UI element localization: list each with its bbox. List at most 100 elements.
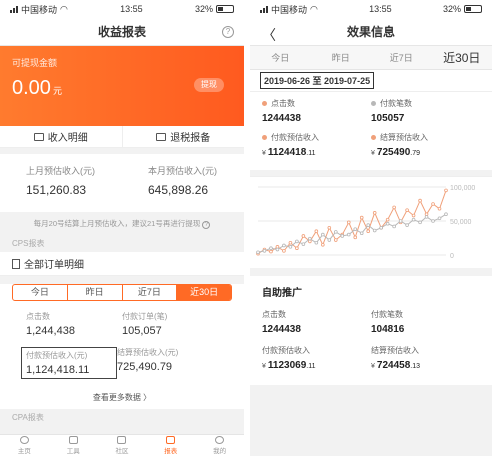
tab-7-days[interactable]: 近7日 (371, 51, 432, 64)
help-icon[interactable]: ? (222, 26, 234, 38)
stat-decimal: .13 (410, 363, 421, 370)
stat-decimal: .11 (306, 150, 316, 157)
chart-icon (166, 436, 176, 444)
data-point (444, 212, 448, 216)
data-point (346, 220, 351, 225)
tab-7-days[interactable]: 近7日 (121, 285, 177, 300)
tabbar-tools[interactable]: 工具 (49, 435, 98, 456)
settlement-note-text: 每月20号结算上月预估收入，建议21号再进行提现 (33, 219, 201, 228)
data-point (321, 232, 325, 237)
signal-icon (260, 5, 268, 13)
currency-symbol: ¥ (371, 150, 375, 157)
data-point (288, 245, 293, 249)
tabbar-me[interactable]: 我的 (195, 435, 244, 456)
tabbar-label: 我的 (213, 448, 227, 455)
stat-item: 付款预估收入 ¥1123069.11 (262, 345, 371, 371)
stat-number: 724458 (376, 360, 411, 371)
data-point (295, 246, 299, 250)
stat-value: 104816 (371, 324, 405, 335)
metric-label: 点击数 (26, 312, 50, 321)
data-point (379, 225, 383, 230)
data-point (346, 232, 351, 237)
data-point (269, 249, 273, 254)
metric-value: 725,490.79 (117, 361, 173, 373)
metric-item-highlighted: 付款预估收入(元) 1,124,418.11 (21, 347, 117, 379)
tabbar-label: 工具 (66, 448, 80, 455)
tax-report-button[interactable]: 退税报备 (121, 126, 245, 147)
estimate-label: 本月预估收入(元) (148, 166, 217, 176)
action-row: 收入明细 退税报备 (0, 126, 244, 148)
status-time: 13:55 (369, 4, 392, 14)
tabbar-community[interactable]: 社区 (98, 435, 147, 456)
tabbar-home[interactable]: 主页 (0, 435, 49, 456)
data-point (437, 216, 442, 221)
stat-value: ¥724458.13 (371, 360, 480, 371)
data-point (282, 249, 286, 253)
tabbar-label: 报表 (164, 448, 178, 455)
this-month-estimate: 本月预估收入(元) 645,898.26 (122, 164, 244, 212)
data-point (431, 219, 435, 223)
battery-percent: 32% (442, 4, 461, 14)
carrier-text: 中国移动 (271, 4, 308, 15)
nav-bar: 〈 效果信息 (250, 18, 492, 46)
data-point (385, 217, 390, 222)
metric-label: 付款预估收入(元) (26, 351, 88, 360)
wallet-icon (33, 132, 44, 141)
date-range[interactable]: 2019-06-26 至 2019-07-25 (260, 72, 375, 89)
metric-label: 付款订单(笔) (122, 312, 168, 321)
stat-label: 付款笔数 (371, 310, 403, 319)
metric-value: 1,124,418.11 (26, 364, 90, 376)
tab-30-days[interactable]: 近30日 (432, 49, 493, 66)
currency-symbol: ¥ (371, 363, 375, 370)
metric-item: 付款订单(笔) 105,057 (122, 311, 218, 337)
currency-symbol: ¥ (262, 363, 266, 370)
data-point (431, 202, 435, 206)
stat-item: 点击数 1244438 (262, 309, 371, 335)
metric-item: 结算预估收入(元) 725,490.79 (117, 347, 213, 379)
wifi-icon: ◠ (60, 3, 68, 14)
data-point (301, 234, 306, 238)
data-point (301, 242, 306, 246)
tabbar-reports[interactable]: 报表 (146, 435, 195, 456)
y-tick-label: 50,000 (450, 219, 472, 226)
period-tabs: 今日 昨日 近7日 近30日 (250, 46, 492, 70)
all-orders-label: 全部订单明细 (24, 260, 84, 271)
estimate-panel: 上月预估收入(元) 151,260.83 本月预估收入(元) 645,898.2… (0, 154, 244, 212)
carrier-text: 中国移动 (21, 4, 58, 15)
question-icon[interactable]: ? (202, 221, 211, 229)
tabbar-label: 社区 (115, 448, 129, 455)
tab-today[interactable]: 今日 (13, 285, 67, 300)
signal-icon (10, 5, 18, 13)
data-point (398, 219, 403, 223)
tab-yesterday[interactable]: 昨日 (66, 285, 122, 300)
user-icon (215, 436, 225, 444)
withdraw-button[interactable]: 提现 (194, 78, 224, 92)
stat-item: 付款预估收入 ¥1124418.11 (262, 132, 371, 158)
stat-decimal: .79 (410, 150, 421, 157)
data-point (269, 246, 273, 250)
all-orders-row[interactable]: 全部订单明细 (0, 252, 244, 276)
data-point (353, 235, 358, 240)
page-title: 效果信息 (346, 25, 395, 39)
tab-yesterday[interactable]: 昨日 (311, 51, 372, 64)
data-point (262, 249, 267, 253)
battery-icon (463, 5, 482, 13)
data-point (321, 243, 325, 247)
y-tick-label: 100,000 (450, 185, 475, 192)
tab-30-days[interactable]: 近30日 (176, 285, 231, 300)
data-point (359, 215, 364, 220)
data-point (385, 221, 390, 226)
data-point (366, 229, 371, 233)
stat-label: 结算预估收入 (371, 346, 419, 355)
series-dot (262, 101, 267, 106)
self-promo-section: 自助推广 点击数 1244438 付款笔数 104816 付款预估收入 ¥112… (250, 276, 492, 385)
stat-number: 725490 (376, 147, 411, 158)
data-point (308, 236, 312, 241)
back-icon[interactable]: 〈 (262, 25, 276, 45)
view-more-link[interactable]: 查看更多数据 〉 (0, 389, 244, 409)
data-point (353, 227, 358, 231)
tab-today[interactable]: 今日 (250, 51, 311, 64)
currency-symbol: ¥ (262, 150, 266, 157)
data-point (366, 223, 371, 227)
income-detail-button[interactable]: 收入明细 (0, 126, 122, 147)
